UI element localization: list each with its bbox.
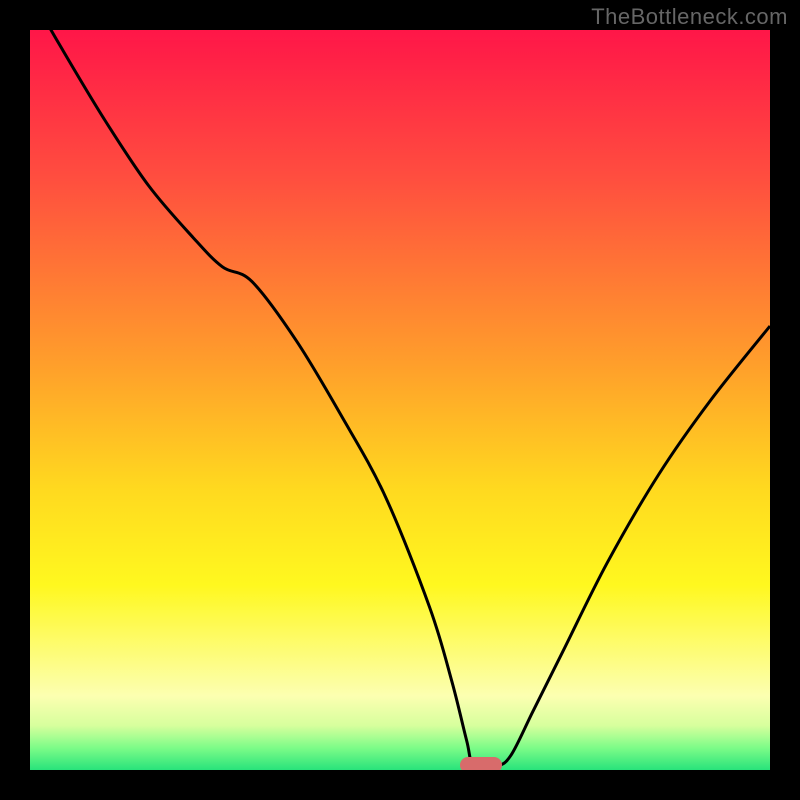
watermark-text: TheBottleneck.com	[591, 4, 788, 30]
chart-frame: TheBottleneck.com	[0, 0, 800, 800]
chart-svg	[30, 30, 770, 770]
gradient-background	[30, 30, 770, 770]
optimal-marker	[460, 757, 502, 770]
plot-area	[30, 30, 770, 770]
